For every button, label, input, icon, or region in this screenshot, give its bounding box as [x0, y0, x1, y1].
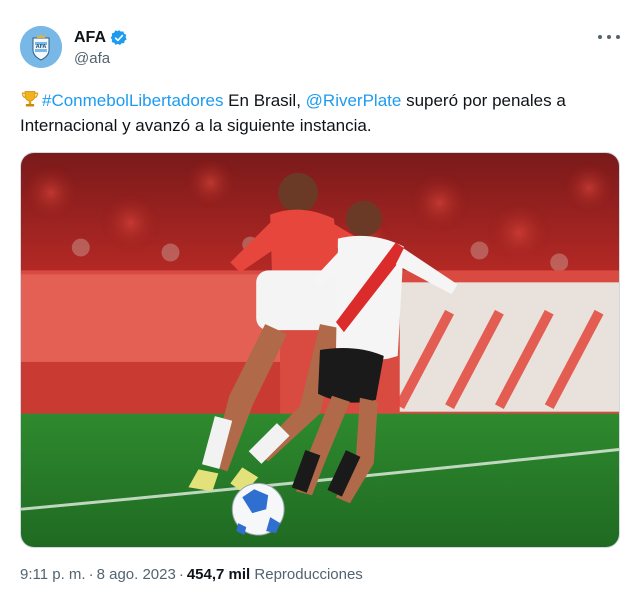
display-name[interactable]: AFA — [74, 29, 106, 47]
meta-separator: · — [88, 566, 94, 583]
tweet-card[interactable]: AFA AFA @afa #ConmebolLibertadores En Br… — [0, 0, 640, 603]
mention-link[interactable]: @RiverPlate — [306, 91, 402, 110]
dot-2 — [607, 35, 611, 39]
svg-text:AFA: AFA — [36, 44, 47, 50]
tweet-media-photo[interactable] — [20, 152, 620, 548]
hashtag-link[interactable]: #ConmebolLibertadores — [42, 91, 223, 110]
tweet-time[interactable]: 9:11 p. m. — [20, 566, 86, 583]
name-row: AFA — [74, 28, 128, 48]
afa-crest-icon: AFA — [20, 26, 62, 68]
tweet-text: #ConmebolLibertadores En Brasil, @RiverP… — [20, 88, 620, 138]
author-block: AFA @afa — [74, 28, 128, 67]
tweet-text-part-1: En Brasil, — [223, 91, 306, 110]
dot-1 — [598, 35, 602, 39]
dot-3 — [616, 35, 620, 39]
tweet-meta: 9:11 p. m. · 8 ago. 2023 · 454,7 mil Reprodu… — [20, 566, 363, 583]
views-count: 454,7 mil — [186, 566, 251, 583]
trophy-icon — [21, 91, 39, 107]
football-photo — [21, 153, 619, 547]
meta-separator: · — [178, 566, 184, 583]
football — [231, 482, 285, 536]
handle[interactable]: @afa — [74, 50, 128, 67]
views-label: Reproducciones — [254, 566, 363, 583]
more-options-icon[interactable] — [598, 30, 620, 44]
tweet-date[interactable]: 8 ago. 2023 — [97, 566, 176, 583]
verified-badge-icon — [110, 30, 127, 46]
tweet-header: AFA AFA @afa — [20, 26, 620, 70]
avatar[interactable]: AFA — [20, 26, 62, 68]
